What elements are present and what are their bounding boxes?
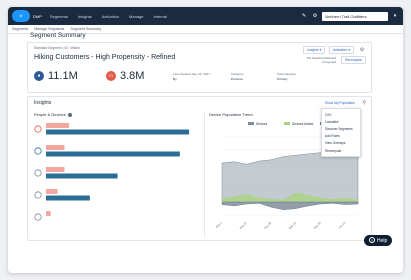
- filter-icon[interactable]: ⚲: [362, 100, 366, 106]
- bar-devices-1[interactable]: [46, 129, 190, 135]
- org-selector[interactable]: Northern Trail Outfitters: [322, 11, 388, 21]
- question-icon: ?: [369, 237, 375, 243]
- gear-icon[interactable]: ⚙: [358, 47, 366, 53]
- main-content: Segment Summary Standard Segment • ID: •…: [27, 29, 372, 241]
- x-tick-label: Oct 10: [338, 221, 347, 230]
- menu-item-add-rules[interactable]: Add Rules: [322, 133, 360, 140]
- settings-icon[interactable]: ⚙: [311, 13, 319, 19]
- meta-subcategory-label: Sub-Category: [277, 72, 297, 76]
- salesforce-logo[interactable]: sf: [12, 10, 30, 22]
- compute-meta: 5% Standard Refined Computed Recompute: [296, 56, 366, 64]
- menu-item-view-overlaps[interactable]: View Overlaps: [322, 140, 360, 147]
- x-tick-label: Aug 29: [263, 221, 272, 230]
- insights-dropdown-button[interactable]: Insights ▾: [303, 46, 326, 54]
- globe-icon: [34, 169, 42, 177]
- bar-people-2[interactable]: [46, 145, 65, 150]
- meta-created-label: Last Created Sep 23, 2017: [173, 72, 210, 76]
- menu-item-recompute[interactable]: Recompute: [322, 147, 360, 154]
- desktop-icon: [34, 147, 42, 155]
- device-count: 3.8M: [120, 70, 145, 82]
- meta-category-value: Persona: [231, 76, 243, 81]
- segment-type-label: Standard Segment • ID: •Visitor: [34, 46, 80, 50]
- bar-people-1[interactable]: [46, 123, 70, 128]
- meta-category: Category Persona: [231, 72, 244, 81]
- legend-swatch-2: [284, 122, 290, 125]
- nav-internal[interactable]: Internal: [154, 14, 167, 19]
- meta-category-label: Category: [231, 72, 244, 76]
- area-devices: [221, 152, 359, 203]
- x-tick-label: Aug 1: [215, 221, 223, 229]
- meta-subcategory: Sub-Category Primary: [277, 72, 296, 81]
- tablet-icon: [34, 191, 42, 199]
- compass-icon: [34, 213, 42, 221]
- nav-right: ✎ ⚙ Northern Trail Outfitters ▾: [300, 11, 399, 21]
- pin-icon[interactable]: ✎: [300, 13, 308, 19]
- actions-dropdown-menu: CSV Lookalike Discover Segments Add Rule…: [321, 108, 361, 158]
- info-icon[interactable]: [67, 112, 72, 117]
- device-stat: ▭ 3.8M: [106, 70, 144, 82]
- bar-devices-4[interactable]: [46, 195, 90, 201]
- app-name: DMP: [33, 13, 42, 19]
- menu-item-lookalike[interactable]: Lookalike: [322, 118, 360, 125]
- page-title: Segment Summary: [30, 32, 86, 39]
- bar-people-4[interactable]: [46, 189, 58, 194]
- x-tick-label: Sep 12: [288, 221, 297, 230]
- user-menu-icon[interactable]: ▾: [391, 13, 399, 19]
- nav-insights[interactable]: Insights: [78, 14, 92, 19]
- org-name: Northern Trail Outfitters: [325, 13, 367, 19]
- legend-label-1: Devices: [256, 122, 268, 126]
- segment-title: Hiking Customers - High Propensity - Ref…: [34, 54, 176, 61]
- trend-title: Device Population Trend: [209, 112, 253, 117]
- x-tick-label: Sep 26: [313, 221, 322, 230]
- recompute-button[interactable]: Recompute: [341, 56, 366, 64]
- meta-subcategory-value: Primary: [277, 76, 288, 81]
- people-count: 11.1M: [48, 70, 78, 82]
- legend-label-2: Devices Added: [292, 122, 313, 126]
- show-population-link[interactable]: Show My Population: [325, 101, 355, 105]
- meta-created: Last Created Sep 23, 2017 By: [173, 72, 210, 81]
- menu-item-csv[interactable]: CSV: [322, 111, 360, 118]
- people-stat: ● 11.1M: [34, 70, 78, 82]
- x-tick-label: Aug 15: [238, 221, 247, 230]
- panel-divider: [204, 113, 205, 237]
- legend-swatch-1: [248, 122, 254, 125]
- segment-actions: Insights ▾ Activation ▾ ⚙: [303, 46, 366, 54]
- bar-devices-3[interactable]: [46, 173, 118, 179]
- menu-item-discover-segments[interactable]: Discover Segments: [322, 125, 360, 132]
- area-devices-removed: [221, 201, 359, 211]
- nav-segments[interactable]: Segments: [50, 14, 68, 19]
- insights-title: Insights: [34, 100, 52, 106]
- bar-people-3[interactable]: [46, 167, 65, 172]
- nav-activation[interactable]: Activation: [102, 14, 119, 19]
- segment-summary-card: Standard Segment • ID: •Visitor Hiking C…: [27, 42, 372, 93]
- bar-people-5[interactable]: [46, 211, 51, 216]
- person-icon: [34, 125, 42, 133]
- people-icon: ●: [34, 71, 44, 81]
- people-devices-label: People & Devices: [34, 112, 66, 117]
- people-devices-chart: [34, 123, 190, 221]
- insights-card: Insights Show My Population ⚲ People & D…: [27, 96, 372, 241]
- breadcrumb-segments[interactable]: Segments: [12, 27, 28, 31]
- activation-dropdown-button[interactable]: Activation ▾: [329, 46, 354, 54]
- compute-note: 5% Standard Refined Computed: [306, 56, 337, 64]
- meta-created-value: By: [173, 76, 177, 81]
- people-devices-title: People & Devices: [34, 112, 72, 117]
- bar-devices-2[interactable]: [46, 151, 180, 157]
- device-icon: ▭: [106, 71, 116, 81]
- nav-manage[interactable]: Manage: [129, 14, 143, 19]
- help-button[interactable]: ? Help: [364, 235, 393, 246]
- top-navigation: sf DMP Segments Insights Activation Mana…: [8, 7, 403, 25]
